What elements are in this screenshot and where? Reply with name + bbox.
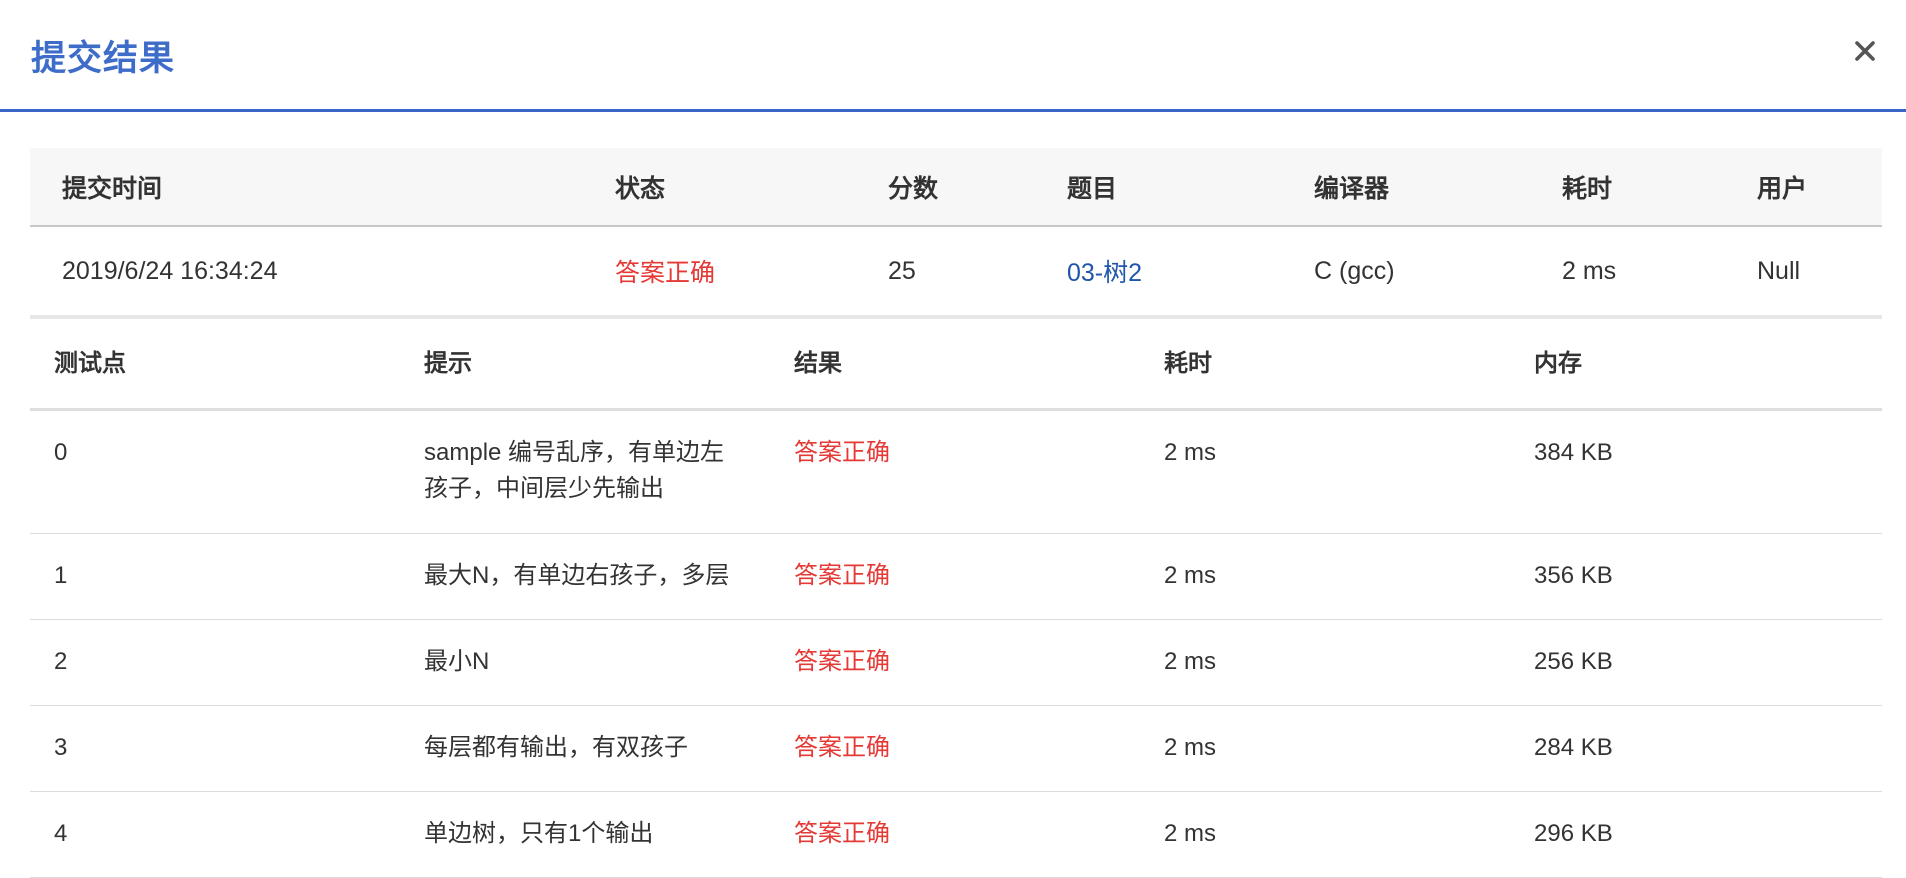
submission-summary-table: 提交时间 状态 分数 题目 编译器 耗时 用户 2019/6/24 16:34:… [30,148,1882,319]
test-point-tip: 每层都有输出，有双孩子 [400,706,770,766]
test-point-result: 答案正确 [794,439,890,466]
dialog-header: 提交结果 [0,0,1906,112]
compiler: C (gcc) [1314,256,1395,285]
header-submit-time: 提交时间 [62,174,163,203]
dialog-title: 提交结果 [31,39,176,78]
close-icon [1855,41,1875,61]
header-memory: 内存 [1534,349,1582,377]
test-point-result: 答案正确 [794,734,890,761]
table-row: 3 每层都有输出，有双孩子 答案正确 2 ms 284 KB [30,706,1882,792]
test-point-time: 2 ms [1164,648,1217,675]
test-point-time: 2 ms [1164,734,1217,761]
submission-score: 25 [888,256,916,285]
test-point-result: 答案正确 [794,648,890,675]
test-point-tip: 最大N，有单边右孩子，多层 [400,534,770,594]
tip-text: 单边树，只有1个输出 [424,820,654,847]
test-point-id: 0 [54,439,68,466]
user: Null [1757,256,1801,285]
cases-header-row: 测试点 提示 结果 耗时 内存 [30,319,1882,411]
header-elapsed: 耗时 [1562,174,1613,203]
problem-link[interactable]: 03-树2 [1035,253,1282,289]
test-point-id: 3 [54,734,68,761]
test-point-memory: 384 KB [1534,439,1613,466]
header-result: 结果 [794,349,842,377]
dialog-body: 提交时间 状态 分数 题目 编译器 耗时 用户 2019/6/24 16:34:… [30,148,1882,878]
test-point-memory: 284 KB [1534,734,1613,761]
test-point-id: 4 [54,820,68,847]
test-point-result: 答案正确 [794,562,890,589]
test-point-tip: sample 编号乱序，有单边左孩子，中间层少先输出 [400,411,770,507]
header-compiler: 编译器 [1314,174,1390,203]
test-point-time: 2 ms [1164,820,1217,847]
test-point-memory: 256 KB [1534,648,1613,675]
tip-text: 最大N，有单边右孩子，多层 [424,562,730,589]
summary-row: 2019/6/24 16:34:24 答案正确 25 03-树2 C (gcc)… [30,227,1882,319]
tip-text: 每层都有输出，有双孩子 [424,734,688,761]
submit-time: 2019/6/24 16:34:24 [62,256,278,285]
summary-header-row: 提交时间 状态 分数 题目 编译器 耗时 用户 [30,148,1882,227]
test-point-result: 答案正确 [794,820,890,847]
header-user: 用户 [1757,174,1808,203]
tip-text: sample 编号乱序，有单边左孩子，中间层少先输出 [424,439,725,502]
test-point-time: 2 ms [1164,439,1217,466]
header-problem: 题目 [1067,174,1118,203]
test-point-time: 2 ms [1164,562,1217,589]
test-point-id: 2 [54,648,68,675]
test-cases-table: 测试点 提示 结果 耗时 内存 0 sample 编号乱序，有单边左孩子，中间层… [30,319,1882,878]
table-row: 0 sample 编号乱序，有单边左孩子，中间层少先输出 答案正确 2 ms 3… [30,411,1882,534]
tip-text: 最小N [424,648,490,675]
table-row: 2 最小N 答案正确 2 ms 256 KB [30,620,1882,706]
header-test-point: 测试点 [54,349,126,377]
elapsed-time: 2 ms [1562,256,1617,285]
test-point-tip: 单边树，只有1个输出 [400,792,770,852]
test-point-id: 1 [54,562,68,589]
header-status: 状态 [615,174,666,203]
test-point-memory: 296 KB [1534,820,1613,847]
table-row: 4 单边树，只有1个输出 答案正确 2 ms 296 KB [30,792,1882,878]
close-button[interactable] [1848,34,1882,68]
submission-result-dialog: 提交结果 提交时间 状态 分数 题目 编译器 耗时 用户 2019/6/24 1… [0,0,1906,878]
header-tip: 提示 [424,349,472,377]
header-time: 耗时 [1164,349,1212,377]
submission-status: 答案正确 [615,259,716,287]
header-score: 分数 [888,174,939,203]
table-row: 1 最大N，有单边右孩子，多层 答案正确 2 ms 356 KB [30,534,1882,620]
test-point-memory: 356 KB [1534,562,1613,589]
test-point-tip: 最小N [400,620,770,680]
